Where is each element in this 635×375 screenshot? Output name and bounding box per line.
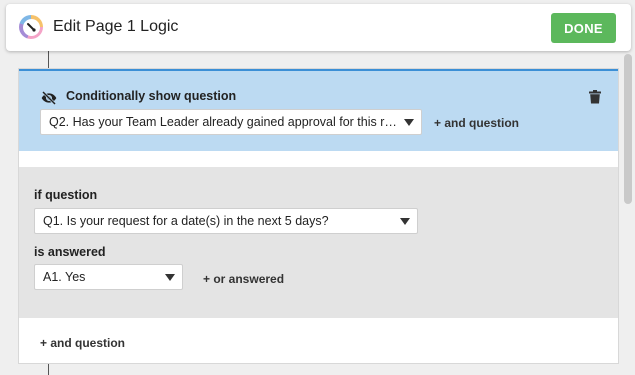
add-and-question-button[interactable]: + and question: [434, 116, 519, 130]
if-question-value: Q1. Is your request for a date(s) in the…: [43, 214, 329, 228]
if-question-select[interactable]: Q1. Is your request for a date(s) in the…: [34, 208, 418, 234]
chevron-down-icon: [400, 218, 410, 225]
add-and-question-bottom-button[interactable]: + and question: [40, 336, 125, 350]
done-button[interactable]: DONE: [551, 13, 616, 43]
trash-icon[interactable]: [589, 90, 601, 104]
answer-select[interactable]: A1. Yes: [34, 264, 183, 290]
add-or-answered-button[interactable]: + or answered: [203, 272, 284, 286]
page-header: Edit Page 1 Logic DONE: [6, 4, 631, 51]
app-logo-icon: [19, 15, 43, 39]
target-question-select[interactable]: Q2. Has your Team Leader already gained …: [40, 109, 422, 135]
rule-section: [19, 167, 618, 318]
connector-line-top: [48, 50, 49, 70]
chevron-down-icon: [404, 119, 414, 126]
answer-value: A1. Yes: [43, 270, 86, 284]
condition-title: Conditionally show question: [66, 89, 237, 103]
target-question-value: Q2. Has your Team Leader already gained …: [49, 115, 404, 129]
page-title: Edit Page 1 Logic: [53, 18, 179, 35]
logic-card: Conditionally show question Q2. Has your…: [18, 68, 619, 364]
scrollbar[interactable]: [624, 54, 632, 204]
eye-off-icon: [41, 91, 57, 105]
if-question-label: if question: [34, 188, 98, 202]
chevron-down-icon: [165, 274, 175, 281]
is-answered-label: is answered: [34, 245, 106, 259]
connector-line-bottom: [48, 364, 49, 375]
condition-section: Conditionally show question Q2. Has your…: [19, 69, 618, 151]
